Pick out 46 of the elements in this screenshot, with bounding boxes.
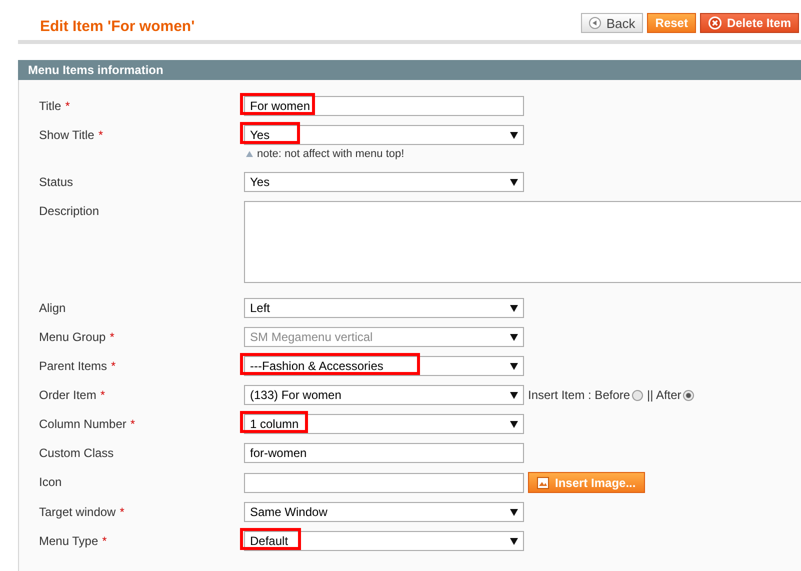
dropdown-arrow-icon — [510, 178, 518, 186]
radio-option[interactable]: || After — [647, 388, 694, 402]
dropdown-arrow-icon — [510, 362, 518, 370]
field-label: Parent Items — [39, 358, 108, 375]
back-button[interactable]: Back — [581, 13, 644, 33]
field-label: Custom Class — [39, 445, 114, 462]
text-input[interactable]: for-women — [244, 443, 524, 463]
dropdown-arrow-icon — [510, 132, 518, 138]
field-label: Description — [39, 203, 100, 220]
dropdown[interactable]: Same Window — [244, 502, 524, 522]
field-note: note: not affect with menu top! — [246, 148, 801, 160]
dropdown-arrow-icon — [510, 508, 518, 516]
field-label: Align — [39, 300, 66, 317]
dropdown[interactable]: Left — [244, 298, 524, 318]
field-label: Menu Type — [39, 533, 98, 550]
field-label: Order Item — [39, 387, 96, 404]
required-marker: * — [102, 533, 107, 550]
required-marker: * — [98, 127, 104, 144]
required-marker: * — [120, 504, 124, 521]
triangle-icon — [246, 151, 253, 157]
dropdown-arrow-icon — [510, 334, 518, 340]
dropdown-arrow-icon — [510, 538, 518, 544]
section-header: Menu Items information — [18, 60, 801, 80]
radio-option[interactable]: Insert Item : Before — [528, 388, 644, 402]
field-label: Show Title — [39, 127, 94, 144]
field-label: Column Number — [39, 416, 126, 433]
required-marker: * — [65, 98, 70, 115]
required-marker: * — [110, 329, 114, 346]
dropdown[interactable]: Yes — [244, 172, 524, 192]
image-icon — [537, 476, 549, 488]
dropdown-arrow-icon — [510, 392, 518, 398]
field-label: Menu Group — [39, 329, 106, 346]
field-label: Status — [39, 174, 74, 191]
text-input[interactable] — [244, 472, 524, 492]
close-icon — [708, 16, 722, 30]
required-marker: * — [130, 416, 136, 433]
page-title: Edit Item 'For women' — [40, 18, 195, 34]
dropdown-arrow-icon — [510, 420, 518, 428]
field-label: Target window — [39, 504, 116, 521]
field-label: Icon — [39, 474, 62, 491]
dropdown-arrow-icon — [510, 304, 518, 312]
required-marker: * — [100, 387, 106, 404]
required-marker: * — [111, 358, 116, 375]
dropdown[interactable]: (133) For women — [244, 385, 524, 405]
field-label: Title — [39, 98, 62, 115]
description-textarea[interactable] — [244, 201, 801, 283]
